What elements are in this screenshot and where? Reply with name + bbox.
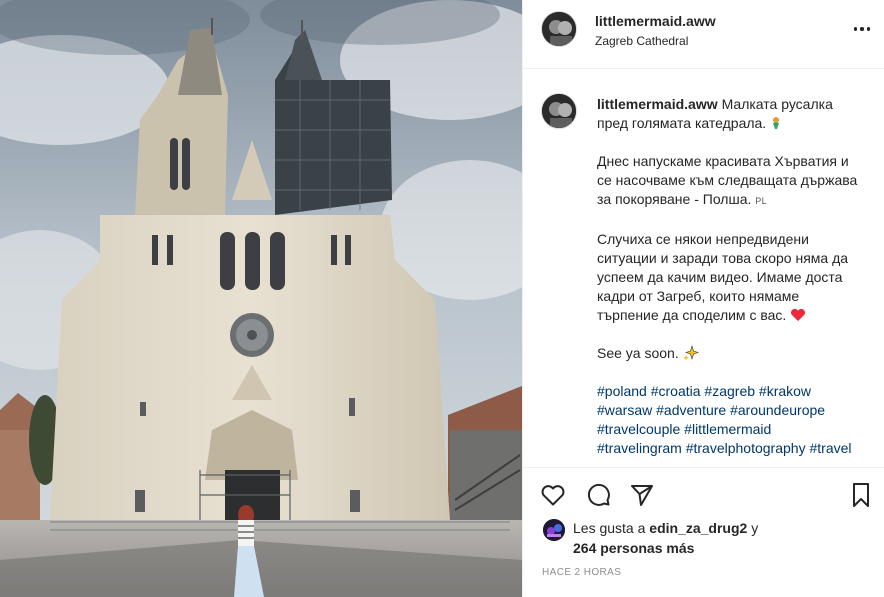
comment-bubble-icon[interactable]: [585, 481, 613, 509]
post-caption: littlemermaid.aww Малката русалка пред го…: [597, 95, 859, 458]
hashtag-link[interactable]: #travel: [809, 440, 851, 456]
hashtag-link[interactable]: #travelphotography: [686, 440, 806, 456]
send-paper-plane-icon[interactable]: [628, 481, 656, 509]
likes-conjunction: y: [751, 520, 759, 536]
bookmark-icon[interactable]: [847, 481, 875, 509]
caption-paragraph-3: Случиха се някои непредвидени ситуации и…: [597, 231, 849, 323]
heart-outline-icon[interactable]: [539, 481, 567, 509]
hashtag-link[interactable]: #travelcouple: [597, 421, 680, 437]
post-timestamp[interactable]: Hace 2 horas: [542, 567, 621, 578]
username-link[interactable]: littlemermaid.aww: [595, 13, 716, 29]
post-header: littlemermaid.aww Zagreb Cathedral: [523, 0, 884, 69]
more-horizontal-icon[interactable]: [852, 22, 872, 36]
caption-username-link[interactable]: littlemermaid.aww: [597, 96, 718, 112]
hashtag-link[interactable]: #croatia: [651, 383, 701, 399]
hashtag-link[interactable]: #adventure: [656, 402, 726, 418]
avatar[interactable]: [541, 11, 577, 47]
post-side-panel: littlemermaid.aww Zagreb Cathedral littl…: [522, 0, 884, 597]
liker-username-link[interactable]: edin_za_drug2: [649, 520, 747, 536]
pl-flag-icon: PL: [755, 196, 767, 206]
sparkles-emoji-icon: [682, 344, 699, 361]
location-link[interactable]: Zagreb Cathedral: [595, 34, 688, 48]
mermaid-emoji-icon: [773, 117, 780, 129]
cathedral-photo: [0, 0, 522, 597]
red-heart-icon: [791, 308, 806, 321]
hashtag-link[interactable]: #travelingram: [597, 440, 682, 456]
hashtag-link[interactable]: #krakow: [759, 383, 811, 399]
hashtag-list: #poland #croatia #zagreb #krakow #warsaw…: [597, 382, 859, 458]
caption-scroll-area[interactable]: littlemermaid.aww Малката русалка пред го…: [523, 70, 884, 467]
post-actions: Les gusta a edin_za_drug2 y 264 personas…: [523, 467, 884, 597]
caption-paragraph-4: See ya soon.: [597, 345, 679, 361]
caption-avatar[interactable]: [541, 93, 577, 129]
liker-avatar[interactable]: [543, 519, 565, 541]
hashtag-link[interactable]: #zagreb: [704, 383, 755, 399]
hashtag-link[interactable]: #aroundeurope: [730, 402, 825, 418]
post-photo[interactable]: [0, 0, 522, 597]
hashtag-link[interactable]: #warsaw: [597, 402, 652, 418]
hashtag-link[interactable]: #poland: [597, 383, 647, 399]
likes-prefix: Les gusta a: [573, 520, 646, 536]
caption-paragraph-2: Днес напускаме красивата Хърватия и се н…: [597, 153, 858, 207]
hashtag-link[interactable]: #littlemermaid: [684, 421, 771, 437]
likes-count-link[interactable]: 264 personas más: [573, 540, 694, 556]
